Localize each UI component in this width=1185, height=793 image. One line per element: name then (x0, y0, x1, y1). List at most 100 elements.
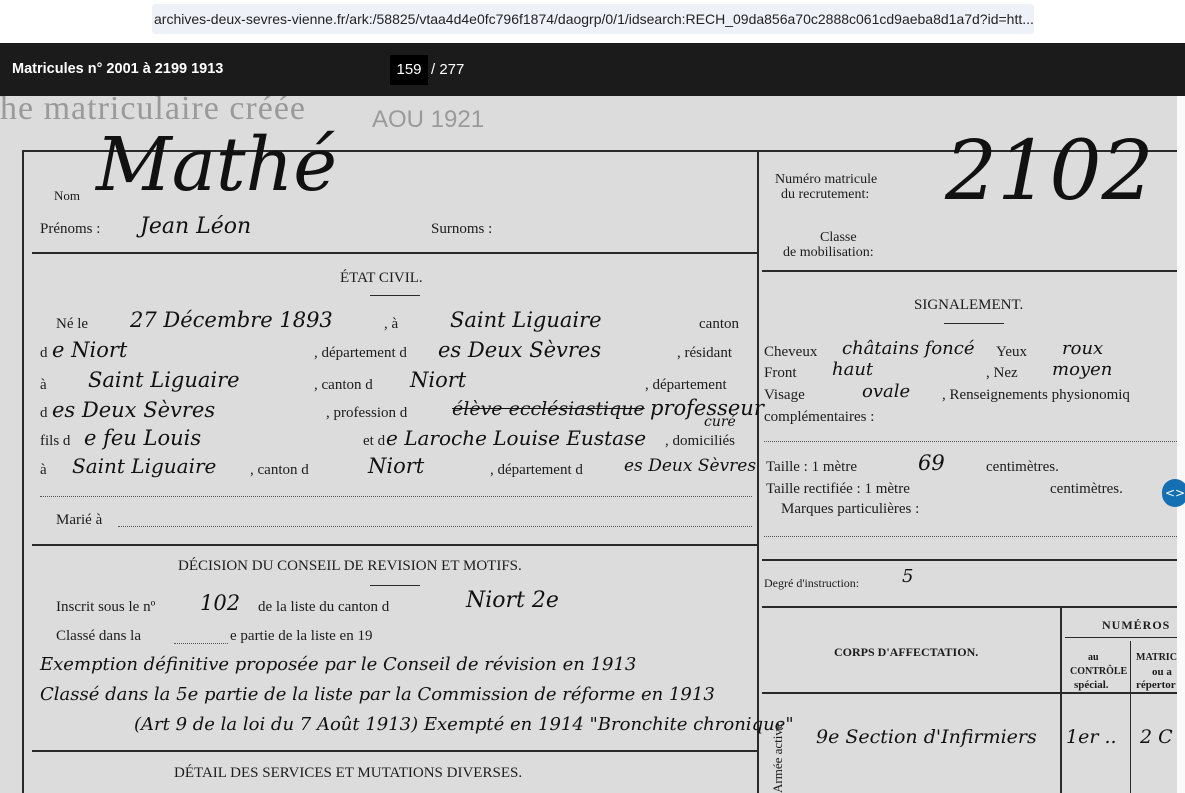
civil-heading: ÉTAT CIVIL. (340, 270, 423, 286)
face-value: ovale (862, 381, 911, 402)
nose-value: moyen (1052, 359, 1113, 380)
resident-place: Saint Liguaire (88, 368, 240, 392)
signal-heading: SIGNALEMENT. (914, 297, 1024, 313)
stamp-date: AOU 1921 (372, 106, 485, 133)
canton-value-3: Niort (368, 454, 425, 478)
civil-divider (32, 544, 757, 546)
firstname-label: Prénoms : (40, 221, 101, 237)
born-value: 27 Décembre 1893 (130, 308, 333, 332)
class-part: e partie de la liste en 19 (230, 628, 373, 644)
height-label: Taille : 1 mètre (766, 459, 857, 475)
blank-line (40, 496, 752, 497)
height-unit: centimètres. (986, 459, 1059, 475)
height-value: 69 (918, 451, 945, 475)
unit-number-2: 2 C (1140, 726, 1173, 748)
mother-label: et d (363, 433, 386, 449)
department-label: , département d (314, 345, 407, 361)
canton-label-2: , canton d (314, 377, 373, 393)
canton-value-2: Niort (410, 368, 467, 392)
mobil-label-1: Classe (820, 230, 857, 245)
department-value-2: es Deux Sèvres (52, 398, 216, 422)
list-label: de la liste du canton d (258, 599, 390, 615)
firstname-value: Jean Léon (140, 214, 252, 239)
matricule-value: 2102 (945, 124, 1154, 219)
height-corr-label: Taille rectifiée : 1 mètre (766, 481, 910, 497)
father-value: e feu Louis (84, 426, 202, 450)
panel-toggle-icon[interactable]: <> (1162, 479, 1185, 507)
resident-label: , résidant (677, 345, 732, 361)
numbers-subdivider (1065, 637, 1177, 638)
url-field[interactable]: archives-deux-sevres-vienne.fr/ark:/5882… (152, 4, 1034, 34)
instruction-label: Degré d'instruction: (764, 576, 860, 590)
army-label: Armée active. (770, 720, 785, 793)
signal-heading-underline (944, 323, 1004, 324)
married-label: Marié à (56, 512, 103, 528)
decision-heading: DÉCISION DU CONSEIL DE REVISION ET MOTIF… (178, 558, 522, 574)
mother-value: e Laroche Louise Eustase (386, 426, 647, 450)
eyes-label: Yeux (996, 344, 1027, 360)
services-heading: DÉTAIL DES SERVICES ET MUTATIONS DIVERSE… (174, 765, 523, 781)
hair-label: Cheveux (764, 344, 818, 360)
list-value: Niort 2e (466, 588, 559, 613)
signal-divider (762, 559, 1177, 561)
canton-value-1: e Niort (52, 338, 128, 362)
de-label: d (40, 345, 48, 361)
middle-divider (757, 150, 759, 793)
decision-line-1: Exemption définitive proposée par le Con… (40, 654, 637, 675)
numbers-divider (1060, 606, 1062, 793)
nickname-label: Surnoms : (431, 221, 493, 237)
department-label-2: , département (645, 377, 727, 393)
de-label-2: d (40, 405, 48, 421)
numbers-col-divider (1130, 641, 1131, 793)
forehead-label: Front (764, 365, 797, 381)
name-divider (32, 252, 757, 254)
document-title: Matricules n° 2001 à 2199 1913 (12, 61, 224, 77)
viewer-scrollbar[interactable] (1177, 96, 1185, 793)
instruction-divider (762, 606, 1177, 608)
domicile-place: Saint Liguaire (72, 454, 217, 478)
marks-label: Marques particulières : (781, 501, 920, 517)
scanned-register-page: he matriculaire créée AOU 1921 Nom Mathé… (0, 96, 1177, 793)
control-label-2: CONTRÔLE (1070, 666, 1128, 677)
left-border (22, 150, 24, 793)
a-label-2: à (40, 462, 47, 478)
unit-value: 9e Section d'Infirmiers (816, 726, 1037, 748)
matricule-label-2: du recrutement: (781, 187, 870, 202)
canton-label-1: canton (699, 316, 739, 332)
married-line (118, 526, 752, 527)
control-label-1: au (1088, 652, 1099, 663)
nose-label: , Nez (986, 365, 1018, 381)
document-viewer[interactable]: he matriculaire créée AOU 1921 Nom Mathé… (0, 96, 1177, 793)
department-value: es Deux Sèvres (438, 338, 602, 362)
browser-address-bar: archives-deux-sevres-vienne.fr/ark:/5882… (0, 0, 1185, 43)
eyes-value: roux (1062, 338, 1104, 359)
numbers-heading: NUMÉROS (1102, 618, 1171, 632)
civil-heading-underline (370, 295, 420, 296)
department-label-3: , département d (490, 462, 583, 478)
born-label: Né le (56, 316, 89, 332)
complementary-label: complémentaires : (764, 409, 875, 425)
complementary-line (764, 441, 1177, 442)
surname-label: Nom (54, 188, 80, 203)
registered-number: 102 (200, 591, 241, 615)
decision-heading-underline (370, 585, 420, 586)
decision-line-3: (Art 9 de la loi du 7 Août 1913) Exempté… (134, 714, 794, 735)
page-number-input[interactable]: 159 (390, 55, 428, 85)
mobil-label-2: de mobilisation: (783, 245, 874, 260)
decision-line-2: Classé dans la 5e partie de la liste par… (40, 684, 715, 705)
born-a: , à (384, 316, 399, 332)
viewer-toolbar: Matricules n° 2001 à 2199 1913 159 / 277 (0, 43, 1185, 96)
matric-label-1: MATRIC (1136, 652, 1177, 663)
matricule-label-1: Numéro matricule (775, 172, 878, 187)
instruction-value: 5 (902, 566, 914, 587)
domiciled-label: , domiciliés (665, 433, 735, 449)
class-label: Classé dans la (56, 628, 141, 644)
father-label: fils d (40, 433, 71, 449)
unit-number: 1er .. (1066, 726, 1117, 748)
decision-divider (32, 750, 757, 752)
corps-divider (762, 692, 1177, 694)
a-label: à (40, 377, 47, 393)
class-part-line (174, 643, 228, 644)
page-total: / 277 (431, 61, 465, 78)
marks-line (764, 536, 1177, 537)
